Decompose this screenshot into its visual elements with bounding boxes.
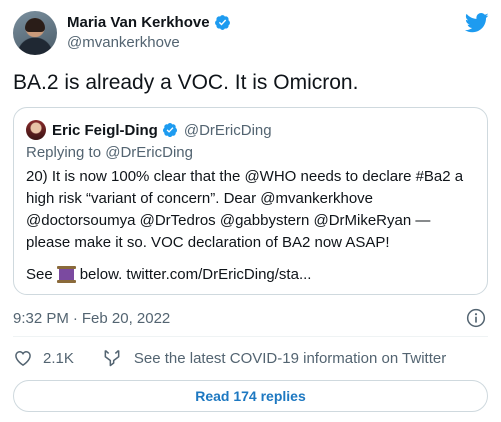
author-name[interactable]: Maria Van Kerkhove [67, 14, 210, 31]
verified-badge-icon [214, 15, 230, 30]
thread-icon [56, 266, 76, 283]
tweet-time: 9:32 PM [13, 310, 69, 327]
tweet-date: Feb 20, 2022 [81, 310, 171, 327]
tweet-timestamp[interactable]: 9:32 PM · Feb 20, 2022 [13, 310, 170, 327]
quoted-author-avatar[interactable] [26, 120, 46, 140]
divider [13, 336, 488, 337]
author-name-row: Maria Van Kerkhove [67, 12, 231, 33]
quoted-author-handle[interactable]: @DrEricDing [184, 122, 272, 139]
author-avatar[interactable] [13, 11, 57, 55]
replying-to-handle[interactable]: @DrEricDing [105, 144, 193, 161]
see-prefix: See [26, 266, 53, 283]
tweet-text: BA.2 is already a VOC. It is Omicron. [13, 71, 359, 94]
verified-badge-icon [162, 123, 177, 137]
quoted-author-row: Eric Feigl-Ding @DrEricDing [52, 120, 272, 140]
timestamp-separator: · [72, 310, 78, 327]
see-suffix: below. twitter.com/DrEricDing/sta... [79, 266, 312, 283]
quoted-tweet[interactable]: Eric Feigl-Ding @DrEricDing Replying to … [13, 107, 488, 295]
quoted-author-name[interactable]: Eric Feigl-Ding [52, 122, 158, 139]
quoted-tweet-text: 20) It is now 100% clear that the @WHO n… [26, 168, 464, 251]
covid-info-link[interactable]: See the latest COVID-19 information on T… [102, 348, 446, 368]
covid-info-text: See the latest COVID-19 information on T… [133, 349, 447, 367]
action-row: 2.1K See the latest COVID-19 information… [13, 345, 446, 371]
replying-to-prefix: Replying to [26, 144, 102, 161]
replying-to: Replying to @DrEricDing [26, 144, 193, 161]
heart-icon[interactable] [13, 348, 33, 368]
read-replies-button[interactable]: Read 174 replies [13, 380, 488, 412]
twitter-bird-icon[interactable] [465, 13, 489, 33]
info-icon[interactable] [466, 308, 486, 328]
like-count[interactable]: 2.1K [43, 350, 74, 367]
covid-info-icon [104, 349, 120, 367]
tweet-card: Maria Van Kerkhove @mvankerkhove BA.2 is… [0, 0, 501, 422]
author-block: Maria Van Kerkhove @mvankerkhove [67, 12, 231, 51]
quoted-see-line: See below. twitter.com/DrEricDing/sta... [26, 266, 311, 283]
author-handle[interactable]: @mvankerkhove [67, 34, 231, 51]
